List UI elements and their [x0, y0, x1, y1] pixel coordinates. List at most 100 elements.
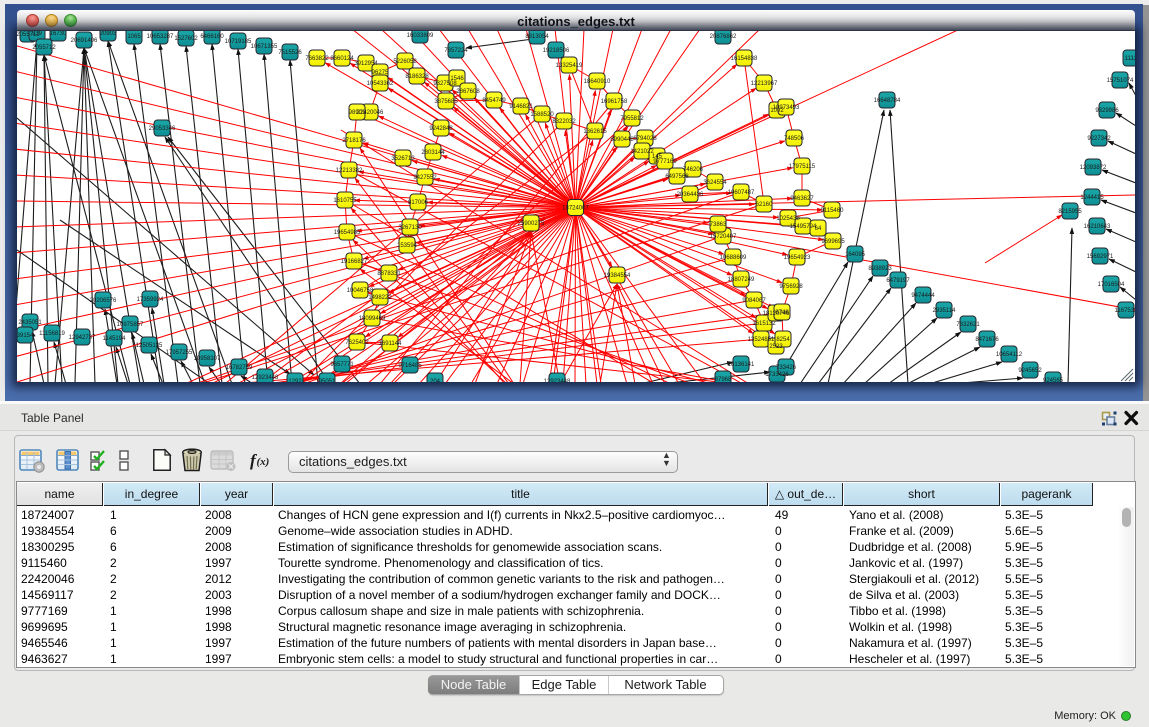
svg-text:1527602: 1527602 [174, 36, 198, 42]
svg-text:8878331: 8878331 [377, 271, 401, 277]
svg-text:8938923: 8938923 [868, 266, 892, 272]
svg-text:29053346: 29053346 [149, 126, 176, 132]
svg-text:10973493: 10973493 [773, 105, 800, 111]
svg-text:1546: 1546 [450, 76, 464, 82]
svg-text:817006: 817006 [408, 200, 429, 206]
svg-text:20903: 20903 [100, 31, 117, 37]
svg-text:10543362: 10543362 [367, 81, 394, 87]
svg-text:19166827: 19166827 [341, 259, 368, 265]
svg-text:3624554: 3624554 [703, 180, 727, 186]
svg-text:64: 64 [815, 226, 822, 232]
svg-text:10671355: 10671355 [251, 44, 278, 50]
svg-text:15720407: 15720407 [710, 234, 737, 240]
svg-text:9716485: 9716485 [398, 363, 422, 369]
svg-text:1421022: 1421022 [630, 149, 654, 155]
svg-text:62160: 62160 [756, 202, 773, 208]
svg-text:16033809: 16033809 [407, 33, 434, 39]
svg-text:25900275: 25900275 [518, 221, 545, 227]
svg-text:1733426: 1733426 [765, 372, 789, 378]
svg-text:733426: 733426 [776, 365, 797, 371]
svg-text:17016504: 17016504 [1098, 282, 1125, 288]
svg-text:939: 939 [32, 31, 43, 37]
svg-text:1025438: 1025438 [776, 216, 800, 222]
svg-text:9227342: 9227342 [1087, 136, 1111, 142]
svg-text:1615132: 1615132 [752, 321, 776, 327]
svg-text:15692971: 15692971 [1087, 254, 1114, 260]
svg-text:9329986: 9329986 [1095, 108, 1119, 114]
svg-text:746206: 746206 [683, 167, 704, 173]
svg-text:20206576: 20206576 [90, 298, 117, 304]
svg-text:5226058: 5226058 [393, 59, 417, 65]
svg-text:204: 204 [430, 379, 441, 382]
svg-text:9084067: 9084067 [742, 298, 766, 304]
svg-text:16730: 16730 [50, 31, 67, 37]
svg-text:7625402: 7625402 [345, 340, 369, 346]
svg-text:20364436: 20364436 [677, 192, 704, 198]
svg-text:8254: 8254 [776, 337, 790, 343]
svg-text:924565: 924565 [1043, 378, 1064, 382]
svg-text:10975857: 10975857 [117, 322, 144, 328]
svg-text:1065: 1065 [127, 34, 141, 40]
svg-text:39154: 39154 [17, 333, 34, 339]
svg-text:6479197: 6479197 [886, 278, 910, 284]
svg-text:6497568: 6497568 [665, 174, 689, 180]
svg-text:7515526: 7515526 [278, 50, 302, 56]
svg-text:95051: 95051 [319, 379, 336, 382]
svg-text:3912954: 3912954 [354, 61, 378, 67]
svg-text:7832621: 7832621 [956, 322, 980, 328]
svg-text:1588520: 1588520 [530, 112, 554, 118]
svg-text:9427552: 9427552 [413, 175, 437, 181]
svg-text:10958107: 10958107 [194, 356, 221, 362]
svg-text:17359924: 17359924 [137, 297, 164, 303]
svg-text:16782759: 16782759 [226, 365, 253, 371]
svg-text:18640910: 18640910 [584, 79, 611, 85]
svg-text:9146821: 9146821 [509, 104, 533, 110]
svg-text:6466160: 6466160 [200, 34, 224, 40]
svg-text:748506: 748506 [784, 136, 805, 142]
svg-text:12093872: 12093872 [1080, 165, 1107, 171]
svg-text:15495794: 15495794 [790, 224, 817, 230]
svg-text:8186328: 8186328 [405, 74, 429, 80]
svg-text:6794028: 6794028 [633, 136, 657, 142]
svg-text:16961758: 16961758 [601, 99, 628, 105]
svg-text:9245652: 9245652 [1018, 368, 1042, 374]
svg-text:8454749: 8454749 [482, 98, 506, 104]
svg-text:2435051: 2435051 [18, 320, 42, 326]
svg-text:16210643: 16210643 [1084, 224, 1111, 230]
svg-text:73863: 73863 [710, 222, 727, 228]
svg-text:1244415: 1244415 [1080, 195, 1104, 201]
svg-text:16648784: 16648784 [874, 98, 901, 104]
svg-text:10688609: 10688609 [720, 255, 747, 261]
svg-text:2718176: 2718176 [342, 138, 366, 144]
svg-text:17975115: 17975115 [789, 164, 816, 170]
svg-text:18807249: 18807249 [728, 277, 755, 283]
svg-text:10046758: 10046758 [347, 288, 374, 294]
svg-text:7663822: 7663822 [305, 56, 329, 62]
svg-text:8660124: 8660124 [330, 56, 354, 62]
svg-text:16136141: 16136141 [728, 362, 755, 368]
svg-text:8990448: 8990448 [610, 137, 634, 143]
svg-text:1691144: 1691144 [379, 341, 403, 347]
svg-text:153594: 153594 [397, 243, 418, 249]
svg-text:9474444: 9474444 [911, 293, 935, 299]
svg-text:10607487: 10607487 [728, 190, 755, 196]
svg-text:2803144: 2803144 [421, 150, 445, 156]
svg-text:7857224: 7857224 [444, 48, 468, 54]
svg-text:9756928: 9756928 [779, 284, 803, 290]
svg-text:3526713: 3526713 [391, 156, 415, 162]
svg-text:20691406: 20691406 [71, 38, 98, 44]
svg-text:8215955: 8215955 [1058, 209, 1082, 215]
svg-text:18724007: 18724007 [562, 206, 589, 212]
svg-text:1292: 1292 [288, 379, 302, 382]
svg-text:7955812: 7955812 [620, 116, 644, 122]
svg-text:9777169: 9777169 [653, 159, 677, 165]
svg-text:8813054: 8813054 [525, 34, 549, 40]
svg-text:9657771: 9657771 [330, 362, 354, 368]
svg-text:12923448: 12923448 [252, 375, 279, 381]
svg-text:9242848: 9242848 [429, 126, 453, 132]
svg-text:19218506: 19218506 [543, 48, 570, 54]
svg-text:96275: 96275 [372, 70, 389, 76]
svg-text:8471676: 8471676 [975, 337, 999, 343]
svg-text:9115460: 9115460 [821, 208, 845, 214]
svg-text:1167533: 1167533 [1115, 308, 1135, 314]
